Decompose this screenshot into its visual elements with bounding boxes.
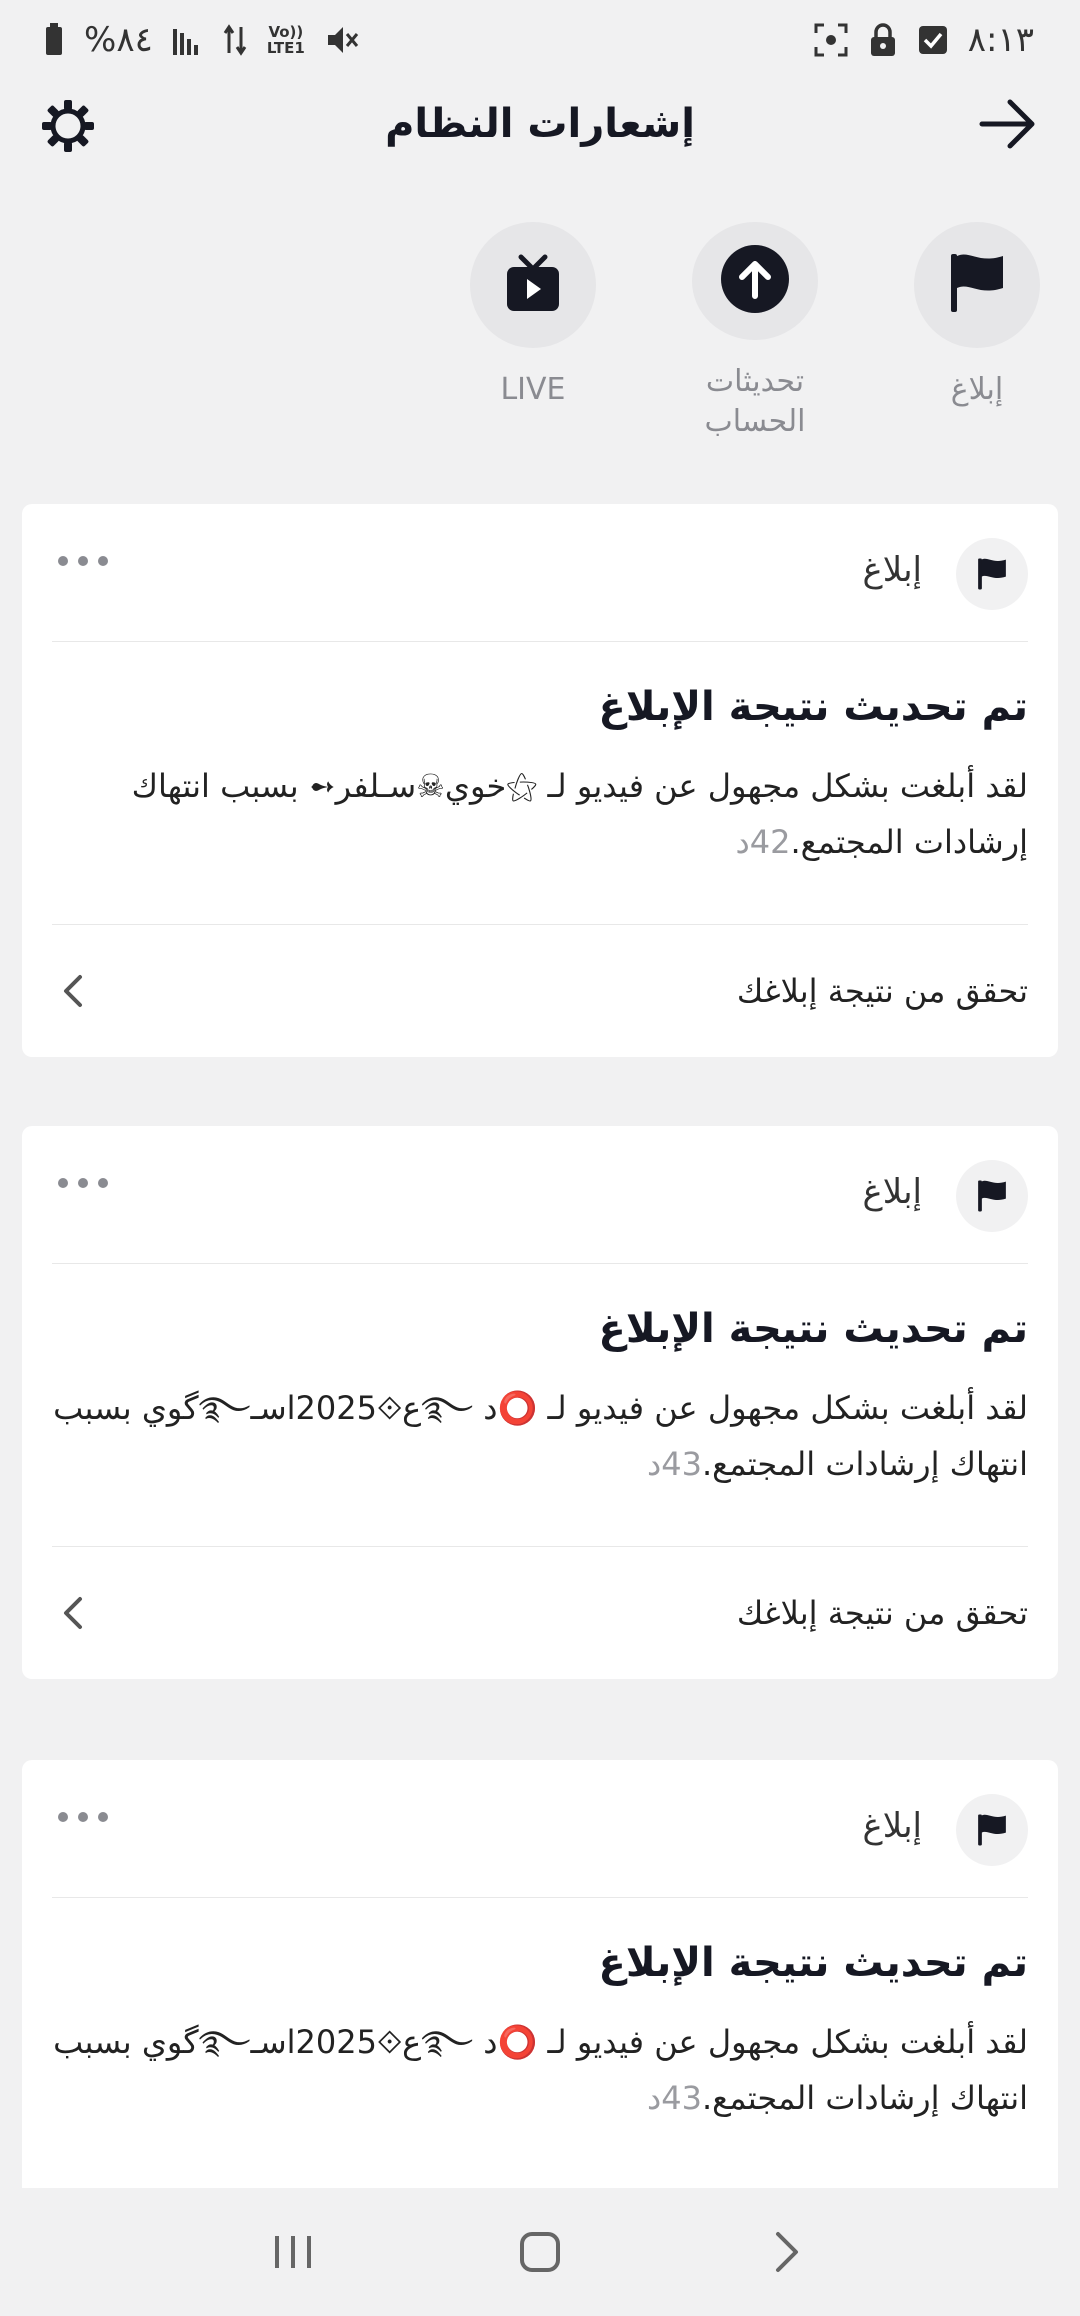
category-account-updates-circle xyxy=(692,222,818,340)
volte-label: Vo)) LTE1 xyxy=(267,24,305,56)
category-account-updates[interactable]: تحديثات الحساب xyxy=(692,222,818,442)
category-live-circle xyxy=(470,222,596,348)
card-type-label: إبلاغ xyxy=(862,1806,922,1846)
home-icon[interactable] xyxy=(510,2222,570,2282)
category-report[interactable]: إبلاغ xyxy=(914,222,1040,442)
card-title: تم تحديث نتيجة الإبلاغ xyxy=(598,1940,1028,1986)
card-title: تم تحديث نتيجة الإبلاغ xyxy=(598,1306,1028,1352)
data-arrows-icon xyxy=(223,23,247,57)
arrow-right-icon[interactable] xyxy=(978,98,1038,150)
more-options-icon[interactable] xyxy=(58,1178,108,1188)
card-time: 42د xyxy=(735,823,791,861)
status-right: ٨:١٣ xyxy=(814,20,1034,60)
category-report-circle xyxy=(914,222,1040,348)
card-body: تم تحديث نتيجة الإبلاغ لقد أبلغت بشكل مج… xyxy=(52,1898,1028,2180)
category-live[interactable]: LIVE xyxy=(470,222,596,442)
screenshot-icon xyxy=(814,23,848,57)
upload-arrow-icon xyxy=(720,244,790,318)
card-header: إبلاغ xyxy=(52,504,1028,642)
card-type-label: إبلاغ xyxy=(862,550,922,590)
check-result-link[interactable]: تحقق من نتيجة إبلاغك xyxy=(52,925,1028,1057)
chevron-left-icon xyxy=(54,1593,94,1633)
battery-icon xyxy=(44,23,64,57)
gear-icon[interactable] xyxy=(40,98,96,154)
check-result-link[interactable]: تحقق من نتيجة إبلاغك xyxy=(52,1547,1028,1679)
check-result-label: تحقق من نتيجة إبلاغك xyxy=(736,972,1028,1010)
card-type-label: إبلاغ xyxy=(862,1172,922,1212)
system-nav-bar xyxy=(0,2188,1080,2316)
card-time: 43د xyxy=(647,1445,702,1483)
tv-play-icon xyxy=(505,253,561,317)
back-icon[interactable] xyxy=(757,2222,817,2282)
flag-icon xyxy=(947,252,1007,318)
card-body: تم تحديث نتيجة الإبلاغ لقد أبلغت بشكل مج… xyxy=(52,1264,1028,1547)
notification-card: إبلاغ تم تحديث نتيجة الإبلاغ لقد أبلغت ب… xyxy=(22,504,1058,1057)
card-message: لقد أبلغت بشكل مجهول عن فيديو لـ ⚝خوي☠سـ… xyxy=(52,758,1028,870)
card-message: لقد أبلغت بشكل مجهول عن فيديو لـ ⭕د ࿐ع⟐2… xyxy=(52,1380,1028,1492)
card-message-text: لقد أبلغت بشكل مجهول عن فيديو لـ ⭕د ࿐ع⟐2… xyxy=(53,2023,1028,2117)
category-live-label: LIVE xyxy=(500,372,566,407)
signal-icon xyxy=(172,25,203,55)
more-options-icon[interactable] xyxy=(58,556,108,566)
flag-icon xyxy=(956,1160,1028,1232)
lte-text: LTE1 xyxy=(266,39,305,57)
card-message-text: لقد أبلغت بشكل مجهول عن فيديو لـ ⚝خوي☠سـ… xyxy=(131,767,1028,861)
flag-icon xyxy=(956,1794,1028,1866)
category-report-label: إبلاغ xyxy=(950,372,1004,407)
card-title: تم تحديث نتيجة الإبلاغ xyxy=(598,684,1028,730)
card-message: لقد أبلغت بشكل مجهول عن فيديو لـ ⭕د ࿐ع⟐2… xyxy=(52,2014,1028,2126)
card-header: إبلاغ xyxy=(52,1126,1028,1264)
category-account-updates-label: تحديثات الحساب xyxy=(704,364,806,439)
recent-apps-icon[interactable] xyxy=(263,2222,323,2282)
chevron-left-icon xyxy=(54,971,94,1011)
more-options-icon[interactable] xyxy=(58,1812,108,1822)
card-time: 43د xyxy=(647,2079,702,2117)
check-result-label: تحقق من نتيجة إبلاغك xyxy=(736,1594,1028,1632)
mute-icon xyxy=(325,23,359,57)
category-row: إبلاغ تحديثات الحساب LIVE xyxy=(400,222,1040,442)
lock-icon xyxy=(868,22,898,58)
status-time: ٨:١٣ xyxy=(967,20,1034,60)
notification-card: إبلاغ تم تحديث نتيجة الإبلاغ لقد أبلغت ب… xyxy=(22,1760,1058,2190)
page-header: إشعارات النظام xyxy=(0,80,1080,168)
card-body: تم تحديث نتيجة الإبلاغ لقد أبلغت بشكل مج… xyxy=(52,642,1028,925)
checkbox-icon xyxy=(918,25,948,55)
card-header: إبلاغ xyxy=(52,1760,1028,1898)
status-left: %٨٤ Vo)) LTE1 xyxy=(44,20,359,60)
status-bar: %٨٤ Vo)) LTE1 ٨:١٣ xyxy=(0,0,1080,80)
page-title: إشعارات النظام xyxy=(385,101,695,147)
notification-card: إبلاغ تم تحديث نتيجة الإبلاغ لقد أبلغت ب… xyxy=(22,1126,1058,1679)
card-message-text: لقد أبلغت بشكل مجهول عن فيديو لـ ⭕د ࿐ع⟐2… xyxy=(53,1389,1028,1483)
battery-percent: %٨٤ xyxy=(84,20,153,60)
flag-icon xyxy=(956,538,1028,610)
